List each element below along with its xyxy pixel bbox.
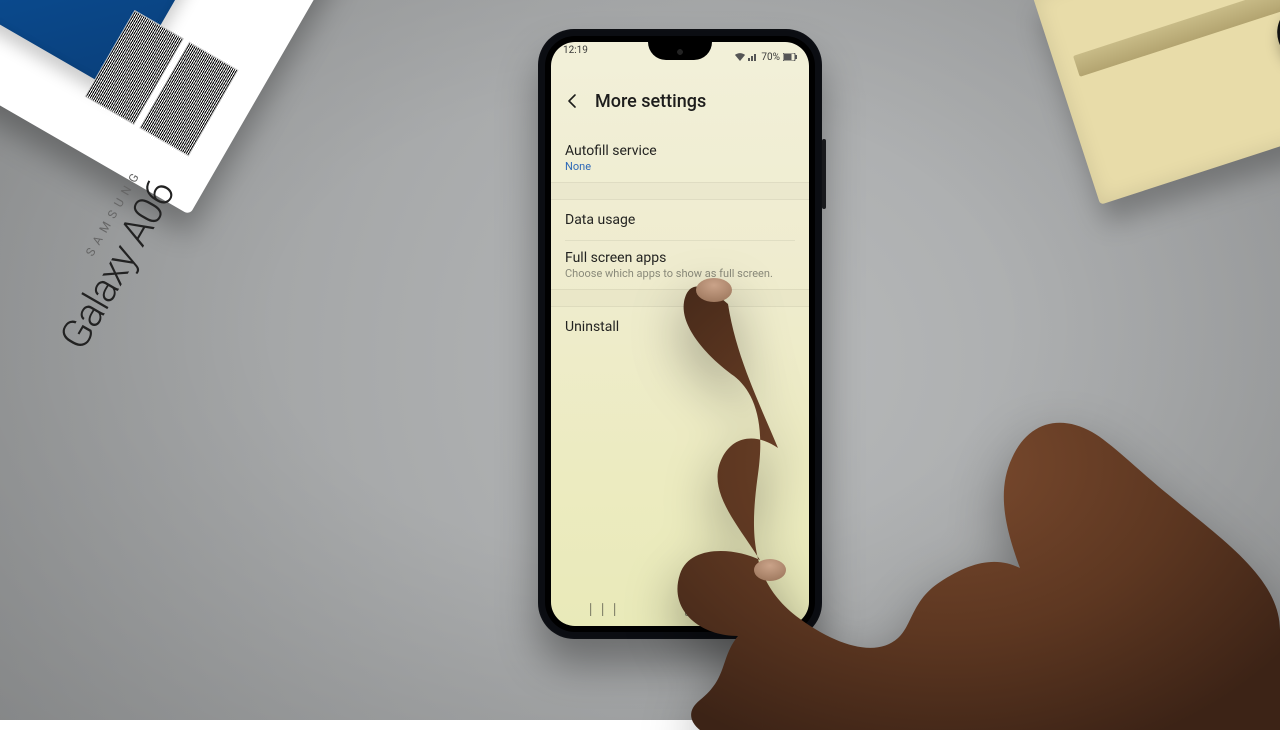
nav-recents-button[interactable]: 丨丨丨: [584, 600, 620, 620]
phone-screen: 12:19 70% More settings A: [551, 42, 809, 626]
row-title: Full screen apps: [565, 250, 795, 266]
status-time: 12:19: [563, 45, 588, 69]
section-gap: [551, 289, 809, 307]
row-title: Autofill service: [565, 143, 795, 159]
row-uninstall[interactable]: Uninstall: [551, 307, 809, 347]
row-data-usage[interactable]: Data usage: [551, 200, 809, 240]
back-button[interactable]: [563, 91, 583, 111]
battery-icon: [783, 53, 797, 61]
page-title: More settings: [595, 91, 706, 112]
watermark-chip: [1232, 682, 1266, 706]
android-nav-bar: 丨丨丨: [551, 594, 809, 626]
nav-back-button[interactable]: [762, 601, 776, 619]
row-subtitle: None: [565, 160, 795, 173]
status-bar: 12:19 70%: [551, 42, 809, 69]
phone-side-button: [822, 139, 826, 209]
signal-icon: [748, 53, 758, 61]
nav-home-button[interactable]: [685, 604, 697, 616]
row-autofill-service[interactable]: Autofill service None: [551, 134, 809, 182]
settings-list: Autofill service None Data usage Full sc…: [551, 134, 809, 347]
chevron-left-icon: [564, 92, 582, 110]
phone-body: 12:19 70% More settings A: [538, 29, 822, 639]
status-battery: 70%: [761, 52, 780, 63]
row-full-screen-apps[interactable]: Full screen apps Choose which apps to sh…: [551, 241, 809, 289]
row-subtitle: Choose which apps to show as full screen…: [565, 267, 795, 280]
row-title: Data usage: [565, 212, 795, 228]
section-gap: [551, 182, 809, 200]
page-header: More settings: [551, 82, 809, 120]
wifi-icon: [735, 53, 745, 61]
row-title: Uninstall: [565, 319, 795, 335]
